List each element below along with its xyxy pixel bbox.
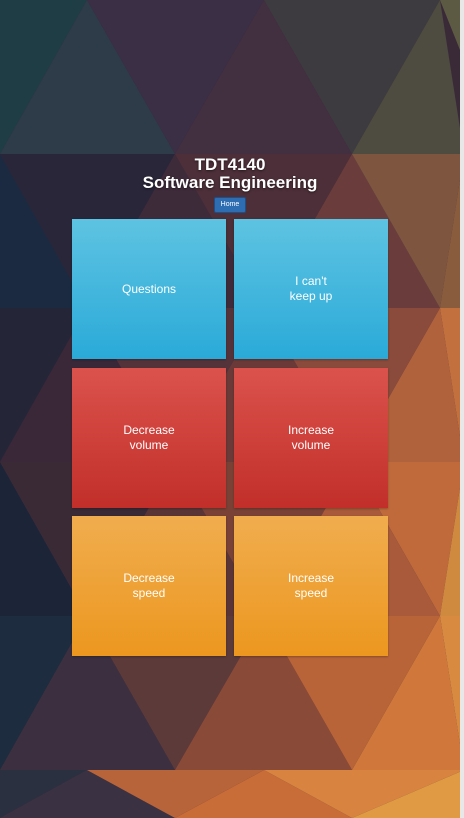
course-code: TDT4140 — [194, 155, 266, 174]
increase-volume-label: Increase volume — [287, 423, 335, 452]
questions-label: Questions — [121, 281, 177, 296]
decrease-volume-label: Decrease volume — [123, 423, 175, 452]
background-pattern — [0, 0, 464, 818]
cant-keep-up-label: I can't keep up — [289, 274, 333, 303]
scrollbar-track[interactable] — [460, 0, 464, 818]
decrease-volume-button[interactable]: Decrease volume — [72, 368, 226, 508]
questions-button[interactable]: Questions — [72, 219, 226, 359]
course-header: TDT4140 Software Engineering Home — [0, 156, 460, 213]
home-button[interactable]: Home — [213, 197, 247, 213]
increase-speed-label: Increase speed — [287, 571, 335, 600]
decrease-speed-button[interactable]: Decrease speed — [72, 516, 226, 656]
decrease-speed-label: Decrease speed — [123, 571, 175, 600]
cant-keep-up-button[interactable]: I can't keep up — [234, 219, 388, 359]
course-name: Software Engineering — [142, 173, 318, 192]
increase-volume-button[interactable]: Increase volume — [234, 368, 388, 508]
increase-speed-button[interactable]: Increase speed — [234, 516, 388, 656]
